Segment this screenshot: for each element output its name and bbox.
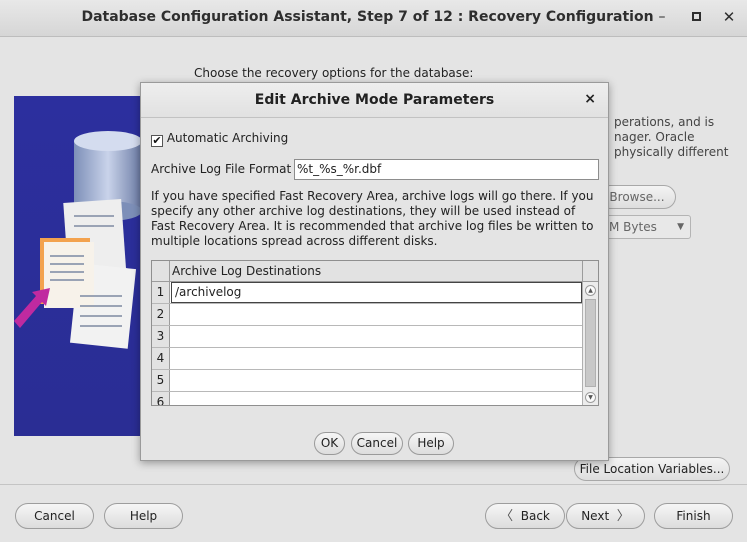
help-button[interactable]: Help xyxy=(104,503,183,529)
info-text: If you have specified Fast Recovery Area… xyxy=(151,189,594,248)
archive-format-input[interactable]: %t_%s_%r.dbf xyxy=(294,159,599,180)
destination-cell[interactable] xyxy=(171,370,582,391)
chevron-right-icon: 〉 xyxy=(616,509,630,524)
table-row[interactable]: 1 /archivelog xyxy=(152,282,582,304)
close-icon: ✕ xyxy=(722,8,736,26)
bg-description-line: physically different xyxy=(614,145,729,159)
table-row[interactable]: 2 xyxy=(152,304,582,326)
archive-format-label: Archive Log File Format xyxy=(151,162,292,176)
intro-text: Choose the recovery options for the data… xyxy=(194,66,474,80)
bg-description-line: nager. Oracle xyxy=(614,130,695,144)
scroll-thumb[interactable] xyxy=(585,299,596,387)
destination-cell[interactable]: /archivelog xyxy=(171,282,582,303)
edit-archive-mode-dialog: Edit Archive Mode Parameters × ✔ Automat… xyxy=(140,82,609,461)
next-button[interactable]: Next 〉 xyxy=(566,503,645,529)
browse-button[interactable]: Browse... xyxy=(598,185,676,209)
automatic-archiving-label: Automatic Archiving xyxy=(166,131,289,145)
size-unit-value: M Bytes xyxy=(609,220,657,234)
destination-cell[interactable] xyxy=(171,304,582,325)
automatic-archiving-row[interactable]: ✔ Automatic Archiving xyxy=(151,131,288,147)
row-number: 2 xyxy=(152,304,170,325)
automatic-archiving-checkbox[interactable]: ✔ xyxy=(151,135,163,147)
window-title-bar: Database Configuration Assistant, Step 7… xyxy=(0,0,747,37)
cancel-button[interactable]: Cancel xyxy=(15,503,94,529)
minimize-button[interactable]: – xyxy=(654,9,670,25)
table-scrollbar[interactable]: ▲ ▼ xyxy=(582,282,598,405)
destination-cell[interactable] xyxy=(171,348,582,369)
row-number: 1 xyxy=(152,282,170,303)
destination-cell[interactable] xyxy=(171,392,582,405)
dialog-help-button[interactable]: Help xyxy=(408,432,454,455)
database-illustration-icon xyxy=(14,131,142,349)
next-label: Next xyxy=(581,509,610,523)
table-row[interactable]: 5 xyxy=(152,370,582,392)
chevron-left-icon: 〈 xyxy=(500,509,514,524)
table-row[interactable]: 3 xyxy=(152,326,582,348)
close-window-button[interactable]: ✕ xyxy=(721,9,737,25)
scroll-corner xyxy=(582,261,598,281)
chevron-down-icon: ▼ xyxy=(677,222,684,232)
wizard-illustration xyxy=(14,96,142,436)
dialog-title-bar: Edit Archive Mode Parameters × xyxy=(141,83,608,118)
window-title: Database Configuration Assistant, Step 7… xyxy=(81,9,654,25)
minimize-icon: – xyxy=(658,9,666,25)
dialog-cancel-button[interactable]: Cancel xyxy=(351,432,403,455)
row-header-corner xyxy=(152,261,170,281)
back-label: Back xyxy=(520,509,550,523)
row-number: 5 xyxy=(152,370,170,391)
bg-description-line: perations, and is xyxy=(614,115,715,129)
row-number: 4 xyxy=(152,348,170,369)
ok-button[interactable]: OK xyxy=(314,432,345,455)
dialog-close-button[interactable]: × xyxy=(584,91,596,107)
close-icon: × xyxy=(584,91,596,107)
column-header-destinations: Archive Log Destinations xyxy=(172,264,322,278)
dialog-title: Edit Archive Mode Parameters xyxy=(254,92,495,108)
row-number: 6 xyxy=(152,392,170,405)
back-button[interactable]: 〈 Back xyxy=(485,503,565,529)
archive-destinations-table: Archive Log Destinations 1 /archivelog 2… xyxy=(151,260,599,406)
destination-cell[interactable] xyxy=(171,326,582,347)
scroll-up-icon[interactable]: ▲ xyxy=(585,285,596,296)
table-header: Archive Log Destinations xyxy=(152,261,598,282)
table-row[interactable]: 4 xyxy=(152,348,582,370)
finish-button[interactable]: Finish xyxy=(654,503,733,529)
row-number: 3 xyxy=(152,326,170,347)
maximize-icon xyxy=(691,12,701,21)
checkmark-icon: ✔ xyxy=(152,134,162,147)
table-row[interactable]: 6 xyxy=(152,392,582,405)
wizard-footer: Cancel Help 〈 Back Next 〉 Finish xyxy=(0,485,747,542)
scroll-down-icon[interactable]: ▼ xyxy=(585,392,596,403)
maximize-button[interactable] xyxy=(688,9,704,25)
size-unit-select[interactable]: M Bytes ▼ xyxy=(596,215,691,239)
